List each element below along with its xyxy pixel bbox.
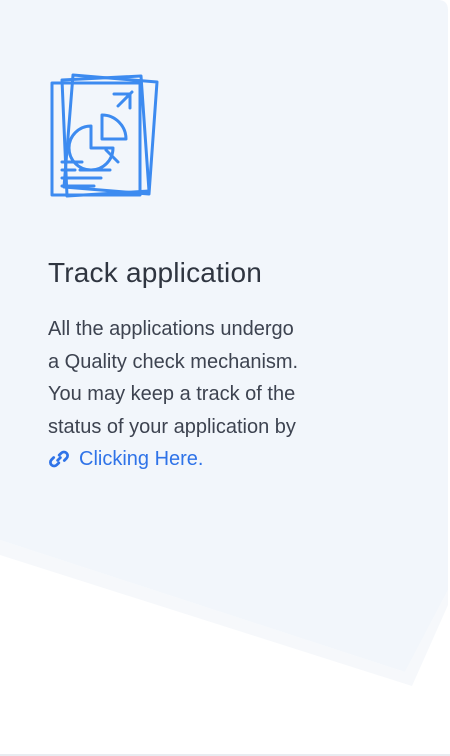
track-application-page: Track application All the applications u… <box>0 0 450 756</box>
description-line: All the applications undergo <box>48 318 294 340</box>
clicking-here-link[interactable]: Clicking Here. <box>48 443 203 476</box>
description-line: a Quality check mechanism. <box>48 350 299 373</box>
description-line: status of your application by <box>48 415 296 438</box>
card-description: All the applications undergo a Quality c… <box>48 313 428 481</box>
document-chart-icon <box>50 73 159 198</box>
link-icon <box>49 450 69 468</box>
description-link-line: Clicking Here. <box>48 443 428 481</box>
description-line: You may keep a track of the <box>48 383 296 405</box>
card-title: Track application <box>48 257 263 288</box>
track-application-card: Track application All the applications u… <box>0 0 450 756</box>
link-label[interactable]: Clicking Here. <box>79 443 203 476</box>
